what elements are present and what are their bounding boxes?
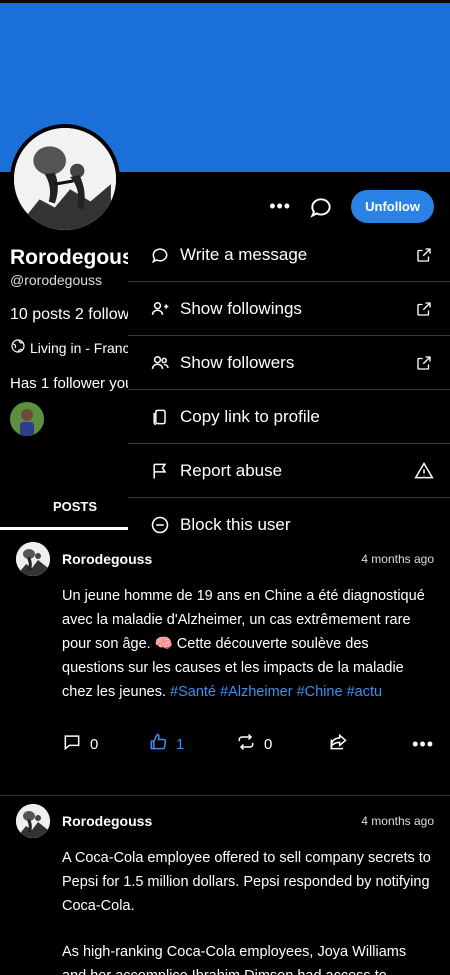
menu-item-block-user[interactable]: Block this user bbox=[128, 498, 450, 552]
post-text: Un jeune homme de 19 ans en Chine a été … bbox=[62, 584, 434, 704]
hashtag[interactable]: #Santé bbox=[170, 684, 216, 700]
profile-options-menu: Write a message Show followings Show fol… bbox=[128, 228, 450, 552]
comment-count: 0 bbox=[90, 735, 99, 753]
menu-item-copy-link[interactable]: Copy link to profile bbox=[128, 390, 450, 444]
more-dots-icon: ••• bbox=[412, 733, 434, 754]
block-icon bbox=[150, 515, 170, 535]
menu-item-label: Copy link to profile bbox=[180, 406, 320, 426]
users-icon bbox=[150, 353, 170, 373]
post-text: A Coca-Cola employee offered to sell com… bbox=[62, 846, 434, 975]
external-link-icon bbox=[414, 299, 434, 319]
hashtag[interactable]: #actu bbox=[347, 684, 382, 700]
profile-counts[interactable]: 10 posts 2 followings bbox=[10, 306, 140, 324]
post-time: 4 months ago bbox=[361, 552, 434, 566]
post-author[interactable]: Rorodegouss bbox=[62, 551, 361, 567]
share-button[interactable] bbox=[328, 732, 398, 756]
external-link-icon bbox=[414, 245, 434, 265]
unfollow-button[interactable]: Unfollow bbox=[351, 190, 434, 223]
comment-icon bbox=[62, 732, 82, 756]
external-link-icon bbox=[414, 353, 434, 373]
follower-avatar[interactable] bbox=[10, 402, 44, 436]
comment-button[interactable]: 0 bbox=[62, 732, 148, 756]
users-add-icon bbox=[150, 299, 170, 319]
post-author[interactable]: Rorodegouss bbox=[62, 813, 361, 829]
more-options-button[interactable]: ••• bbox=[269, 196, 291, 217]
menu-item-label: Report abuse bbox=[180, 460, 283, 480]
handle: @rorodegouss bbox=[10, 272, 103, 288]
display-name: Rorodegouss bbox=[10, 246, 140, 269]
post-more-button[interactable]: ••• bbox=[412, 734, 434, 755]
copy-icon bbox=[150, 407, 170, 427]
post-paragraph: A Coca-Cola employee offered to sell com… bbox=[62, 850, 431, 914]
post-actions: 0 1 0 ••• bbox=[62, 732, 434, 756]
post-divider bbox=[0, 795, 450, 796]
menu-item-label: Write a message bbox=[180, 244, 308, 264]
menu-item-show-followings[interactable]: Show followings bbox=[128, 282, 450, 336]
menu-item-report-abuse[interactable]: Report abuse bbox=[128, 444, 450, 498]
menu-item-label: Block this user bbox=[180, 515, 291, 534]
hashtag[interactable]: #Chine bbox=[297, 684, 343, 700]
hashtag[interactable]: #Alzheimer bbox=[220, 684, 293, 700]
menu-item-write-message[interactable]: Write a message bbox=[128, 228, 450, 282]
post-header: Rorodegouss 4 months ago bbox=[16, 804, 434, 838]
profile-header-actions: ••• Unfollow bbox=[269, 190, 434, 223]
menu-item-label: Show followers bbox=[180, 352, 295, 372]
author-avatar[interactable] bbox=[16, 542, 50, 576]
menu-item-label: Show followings bbox=[180, 298, 302, 318]
globe-icon bbox=[10, 338, 26, 357]
like-count: 1 bbox=[176, 735, 185, 753]
thumbs-up-icon bbox=[148, 732, 168, 756]
profile-info: Rorodegouss @rorodegouss 10 posts 2 foll… bbox=[10, 246, 140, 436]
profile-avatar bbox=[10, 124, 120, 234]
post-paragraph: As high-ranking Coca-Cola employees, Joy… bbox=[62, 944, 407, 975]
followers-you-know[interactable]: Has 1 follower you know bbox=[10, 375, 140, 392]
message-icon[interactable] bbox=[307, 193, 335, 221]
like-button[interactable]: 1 bbox=[148, 732, 236, 756]
post-time: 4 months ago bbox=[361, 814, 434, 828]
chat-icon bbox=[150, 245, 170, 265]
repost-icon bbox=[236, 732, 256, 756]
location: Living in - France bbox=[10, 338, 140, 357]
post[interactable]: Rorodegouss 4 months ago A Coca-Cola emp… bbox=[0, 804, 450, 975]
post[interactable]: Rorodegouss 4 months ago Un jeune homme … bbox=[0, 542, 450, 756]
menu-item-show-followers[interactable]: Show followers bbox=[128, 336, 450, 390]
share-icon bbox=[328, 732, 348, 756]
location-text: Living in - France bbox=[30, 339, 138, 356]
warning-icon bbox=[414, 461, 434, 481]
repost-count: 0 bbox=[264, 735, 273, 753]
active-tab-indicator bbox=[0, 527, 128, 530]
author-avatar[interactable] bbox=[16, 804, 50, 838]
flag-icon bbox=[150, 461, 170, 481]
repost-button[interactable]: 0 bbox=[236, 732, 328, 756]
